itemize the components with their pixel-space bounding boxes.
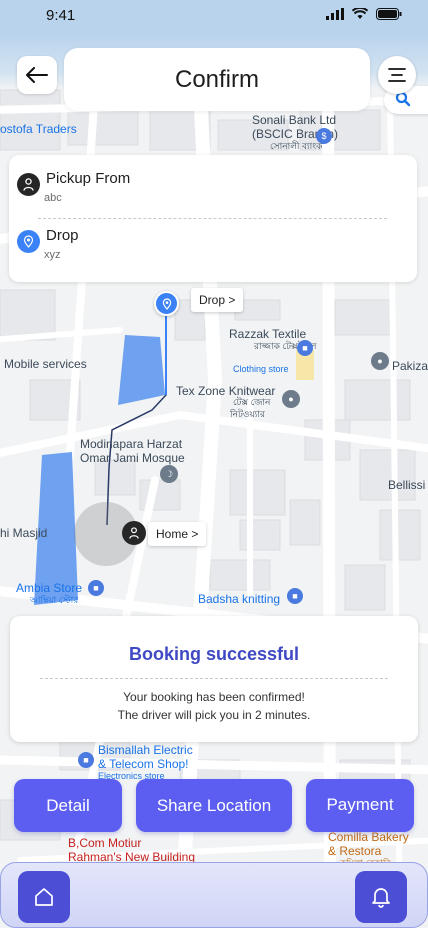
menu-icon xyxy=(388,68,406,82)
map-label-traders: ostofa Traders xyxy=(0,122,77,136)
store-poi-icon: ■ xyxy=(88,580,104,596)
map-label-mobile-services: Mobile services xyxy=(4,357,87,371)
locations-card: Pickup From abc Drop xyz xyxy=(9,155,417,282)
pickup-row[interactable]: Pickup From abc xyxy=(17,170,130,205)
wifi-icon xyxy=(352,8,368,19)
home-nav-button[interactable] xyxy=(18,871,70,923)
place-poi-icon: ● xyxy=(282,390,300,408)
map-label-comilla-2: & Restora xyxy=(328,844,382,858)
drop-title: Drop xyxy=(46,227,79,244)
locations-divider xyxy=(38,218,387,219)
arrow-left-icon xyxy=(26,67,48,83)
map-label-clothing-store: Clothing store xyxy=(233,364,289,374)
person-icon xyxy=(17,173,40,196)
booking-message-2: The driver will pick you in 2 minutes. xyxy=(117,708,311,722)
booking-divider xyxy=(40,678,388,679)
home-tag[interactable]: Home > xyxy=(148,522,207,546)
map-label-ambia-store: Ambia Store xyxy=(16,581,83,595)
status-icons xyxy=(326,8,402,20)
detail-button[interactable]: Detail xyxy=(14,779,122,832)
map-label-tex-zone-bengali-1: টেক্স জোন xyxy=(233,397,271,407)
pickup-title: Pickup From xyxy=(46,170,131,187)
booking-title: Booking successful xyxy=(128,644,300,664)
map-label-badsha: Badsha knitting xyxy=(198,592,281,606)
bottom-nav xyxy=(0,862,428,928)
menu-button[interactable] xyxy=(378,56,416,94)
map-label-tex-zone: Tex Zone Knitwear xyxy=(176,384,276,398)
booking-card: Booking successful Your booking has been… xyxy=(10,616,418,742)
notifications-nav-button[interactable] xyxy=(355,871,407,923)
store-poi-icon: ■ xyxy=(287,588,303,604)
share-location-button[interactable]: Share Location xyxy=(136,779,292,832)
map-label-mosque: Modinapara Harzat xyxy=(80,437,183,451)
drop-value: xyz xyxy=(44,249,61,261)
map-label-bismallah: Bismallah Electric xyxy=(98,743,193,757)
home-icon xyxy=(35,888,53,906)
person-icon xyxy=(129,527,139,539)
bank-poi-icon: $ xyxy=(316,128,332,144)
map-label-bellisi: Bellissi xyxy=(388,478,426,492)
map-label-masjid: hi Masjid xyxy=(0,526,48,540)
location-pin-icon xyxy=(17,230,40,253)
payment-button[interactable]: Payment xyxy=(306,779,414,832)
bell-icon xyxy=(372,888,390,908)
pickup-value: abc xyxy=(44,192,62,204)
map-label-tex-zone-bengali-2: নিটওয়্যার xyxy=(230,409,265,419)
shop-poi-icon: ■ xyxy=(297,340,313,356)
map-label-pakiza: Pakiza xyxy=(392,359,428,373)
mosque-poi-icon: ☽ xyxy=(160,465,178,483)
signal-icon xyxy=(326,8,344,20)
drop-marker[interactable] xyxy=(154,291,179,316)
place-poi-icon: ● xyxy=(371,352,389,370)
map-label-bank: Sonali Bank Ltd xyxy=(252,113,337,127)
electronics-poi-icon: ■ xyxy=(78,752,94,768)
map-label-comilla: Comilla Bakery xyxy=(328,830,409,844)
map-label-bank-bengali: সোনালী ব্যাংক xyxy=(270,141,323,151)
map-label-bismallah-2: & Telecom Shop! xyxy=(98,757,189,771)
back-button[interactable] xyxy=(17,56,57,94)
status-time: 9:41 xyxy=(46,7,76,24)
map-label-ambia-bengali: আম্বিয়া স্টোর xyxy=(30,595,79,605)
battery-icon xyxy=(376,8,402,20)
drop-tag[interactable]: Drop > xyxy=(191,288,244,312)
search-icon xyxy=(395,91,411,112)
booking-message-1: Your booking has been confirmed! xyxy=(123,690,305,704)
map-label-razzak: Razzak Textile xyxy=(229,327,307,341)
home-marker[interactable] xyxy=(122,521,146,545)
map-label-motiur: B,Com Motiur xyxy=(68,836,142,850)
location-pin-icon xyxy=(162,297,171,310)
drop-row[interactable]: Drop xyz xyxy=(17,227,79,262)
page-title: Confirm xyxy=(64,48,370,111)
map-label-mosque-2: Omar Jami Mosque xyxy=(80,451,185,465)
status-bar: 9:41 xyxy=(0,0,428,34)
